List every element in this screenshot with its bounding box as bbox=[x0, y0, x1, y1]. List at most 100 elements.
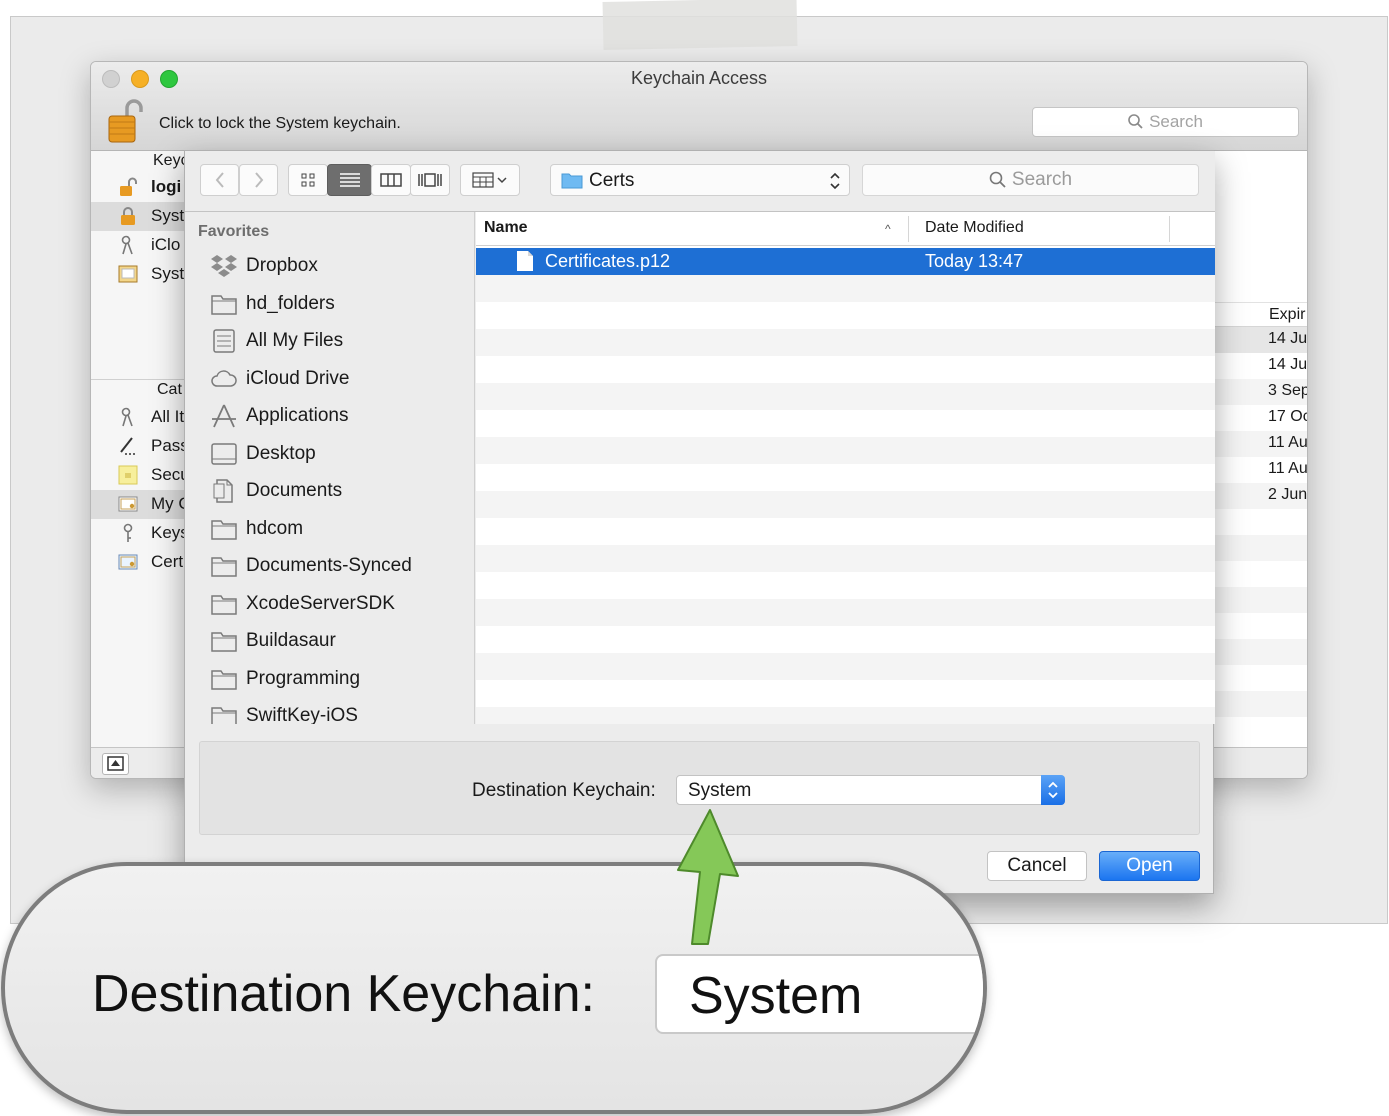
category-item-certificates[interactable]: Cert bbox=[91, 548, 191, 577]
sidebar-item-label: Documents-Synced bbox=[246, 555, 412, 576]
empty-row bbox=[476, 518, 1215, 545]
cancel-button[interactable]: Cancel bbox=[987, 851, 1087, 881]
sidebar-item-xcodeserversdk[interactable]: XcodeServerSDK bbox=[185, 587, 474, 623]
keychain-item-label: Syst bbox=[151, 264, 185, 283]
cloud-icon bbox=[210, 366, 238, 392]
category-item-keys[interactable]: Keys bbox=[91, 519, 191, 548]
table-row[interactable]: 11 Au bbox=[1215, 457, 1307, 483]
arrange-menu-button[interactable] bbox=[460, 164, 520, 196]
table-row[interactable]: 11 Au bbox=[1215, 431, 1308, 457]
sidebar-item-label: iCloud Drive bbox=[246, 368, 350, 389]
empty-row bbox=[476, 410, 1215, 437]
destination-keychain-popup[interactable]: System bbox=[676, 775, 1065, 805]
expires-column-header[interactable]: Expir bbox=[1215, 302, 1307, 327]
keychain-item-system-roots[interactable]: Syst bbox=[91, 260, 191, 289]
lock-status-text[interactable]: Click to lock the System keychain. bbox=[159, 115, 401, 133]
sidebar-item-applications[interactable]: Applications bbox=[185, 399, 474, 435]
expiry-cell: 11 Au bbox=[1268, 434, 1308, 451]
show-info-button[interactable] bbox=[102, 753, 129, 775]
category-item-label: All It bbox=[151, 407, 185, 426]
empty-row bbox=[476, 545, 1215, 572]
sidebar-item-hdcom[interactable]: hdcom bbox=[185, 512, 474, 548]
folder-icon bbox=[210, 291, 238, 317]
expiry-cell: 2 Jun bbox=[1268, 486, 1308, 503]
destination-keychain-label: Destination Keychain: bbox=[472, 780, 656, 801]
table-row[interactable]: 2 Jun bbox=[1215, 483, 1308, 509]
table-row[interactable]: 14 Ju bbox=[1215, 353, 1307, 379]
back-button[interactable] bbox=[200, 164, 239, 196]
cover-flow-icon bbox=[418, 173, 442, 187]
empty-row bbox=[476, 572, 1215, 599]
file-row-certificates[interactable]: Certificates.p12 Today 13:47 bbox=[476, 248, 1215, 275]
sheet-search-field[interactable]: Search bbox=[862, 164, 1199, 196]
lock-open-icon bbox=[118, 177, 138, 197]
sidebar-item-label: Buildasaur bbox=[246, 630, 336, 651]
sidebar-item-label: Desktop bbox=[246, 443, 316, 464]
keychain-item-icloud[interactable]: iClo bbox=[91, 231, 191, 260]
sidebar-item-hd-folders[interactable]: hd_folders bbox=[185, 287, 474, 323]
empty-row bbox=[1215, 639, 1307, 665]
keys-icon bbox=[118, 407, 138, 427]
sidebar-item-documents-synced[interactable]: Documents-Synced bbox=[185, 549, 474, 585]
date-modified-column-header[interactable]: Date Modified bbox=[925, 219, 1024, 237]
expiry-cell: 17 Oc bbox=[1268, 408, 1308, 425]
sidebar-item-label: SwiftKey-iOS bbox=[246, 705, 358, 724]
lock-open-icon[interactable] bbox=[107, 98, 143, 144]
callout-destination-popup: System bbox=[655, 954, 983, 1034]
sheet-toolbar: Certs Search bbox=[185, 151, 1215, 212]
folder-icon bbox=[210, 553, 238, 579]
sidebar-item-programming[interactable]: Programming bbox=[185, 662, 474, 698]
table-row[interactable]: 17 Oc bbox=[1215, 405, 1308, 431]
all-my-files-icon bbox=[210, 328, 238, 354]
certificate-icon bbox=[118, 494, 138, 514]
keychain-item-system[interactable]: Syst bbox=[91, 202, 191, 231]
forward-button[interactable] bbox=[239, 164, 278, 196]
list-view-button[interactable] bbox=[327, 164, 372, 196]
document-icon bbox=[516, 250, 534, 272]
search-icon bbox=[989, 168, 1006, 188]
sidebar-item-label: XcodeServerSDK bbox=[246, 593, 395, 614]
category-item-all-items[interactable]: All It bbox=[91, 403, 191, 432]
table-row[interactable]: 14 Ju bbox=[1215, 327, 1307, 353]
open-button[interactable]: Open bbox=[1099, 851, 1200, 881]
keychain-search-field[interactable]: Search bbox=[1032, 107, 1299, 137]
icon-view-button[interactable] bbox=[288, 164, 328, 196]
location-popup[interactable]: Certs bbox=[550, 164, 850, 196]
favorites-sidebar: Favorites Dropbox hd_folders All My File… bbox=[185, 212, 475, 724]
category-item-secure-notes[interactable]: Secu bbox=[91, 461, 191, 490]
keychain-item-login[interactable]: logi bbox=[91, 173, 191, 202]
sidebar-item-all-my-files[interactable]: All My Files bbox=[185, 324, 474, 360]
empty-row bbox=[476, 464, 1215, 491]
category-item-passwords[interactable]: Pass bbox=[91, 432, 191, 461]
sort-ascending-icon: ^ bbox=[885, 222, 891, 236]
folder-icon bbox=[210, 666, 238, 692]
sidebar-item-swiftkey-ios[interactable]: SwiftKey-iOS bbox=[185, 699, 474, 724]
empty-row bbox=[476, 437, 1215, 464]
name-column-header[interactable]: Name bbox=[484, 219, 528, 237]
empty-row bbox=[476, 707, 1215, 724]
empty-row bbox=[476, 626, 1215, 653]
table-row[interactable]: 3 Sep bbox=[1215, 379, 1307, 405]
empty-row bbox=[1215, 691, 1307, 717]
category-item-label: Cert bbox=[151, 552, 184, 571]
sidebar-item-desktop[interactable]: Desktop bbox=[185, 437, 474, 473]
sidebar-item-buildasaur[interactable]: Buildasaur bbox=[185, 624, 474, 660]
category-item-my-certificates[interactable]: My C bbox=[91, 490, 191, 519]
lock-icon bbox=[118, 206, 138, 226]
column-view-button[interactable] bbox=[371, 164, 411, 196]
empty-row bbox=[476, 356, 1215, 383]
keychain-item-label: logi bbox=[151, 177, 182, 196]
cover-flow-button[interactable] bbox=[410, 164, 450, 196]
sidebar-item-icloud-drive[interactable]: iCloud Drive bbox=[185, 362, 474, 398]
sidebar-item-documents[interactable]: Documents bbox=[185, 474, 474, 510]
tape-strip bbox=[602, 0, 798, 51]
chevron-left-icon bbox=[215, 172, 224, 188]
certificate-icon bbox=[118, 552, 138, 572]
file-list: Name ^ Date Modified Certificates.p12 To… bbox=[476, 212, 1215, 724]
sidebar-item-dropbox[interactable]: Dropbox bbox=[185, 249, 474, 285]
sidebar-item-label: Dropbox bbox=[246, 255, 318, 276]
list-icon bbox=[339, 173, 360, 187]
arrange-icon bbox=[472, 172, 507, 188]
secure-note-icon bbox=[118, 465, 138, 485]
callout-destination-label: Destination Keychain: bbox=[92, 965, 595, 1023]
